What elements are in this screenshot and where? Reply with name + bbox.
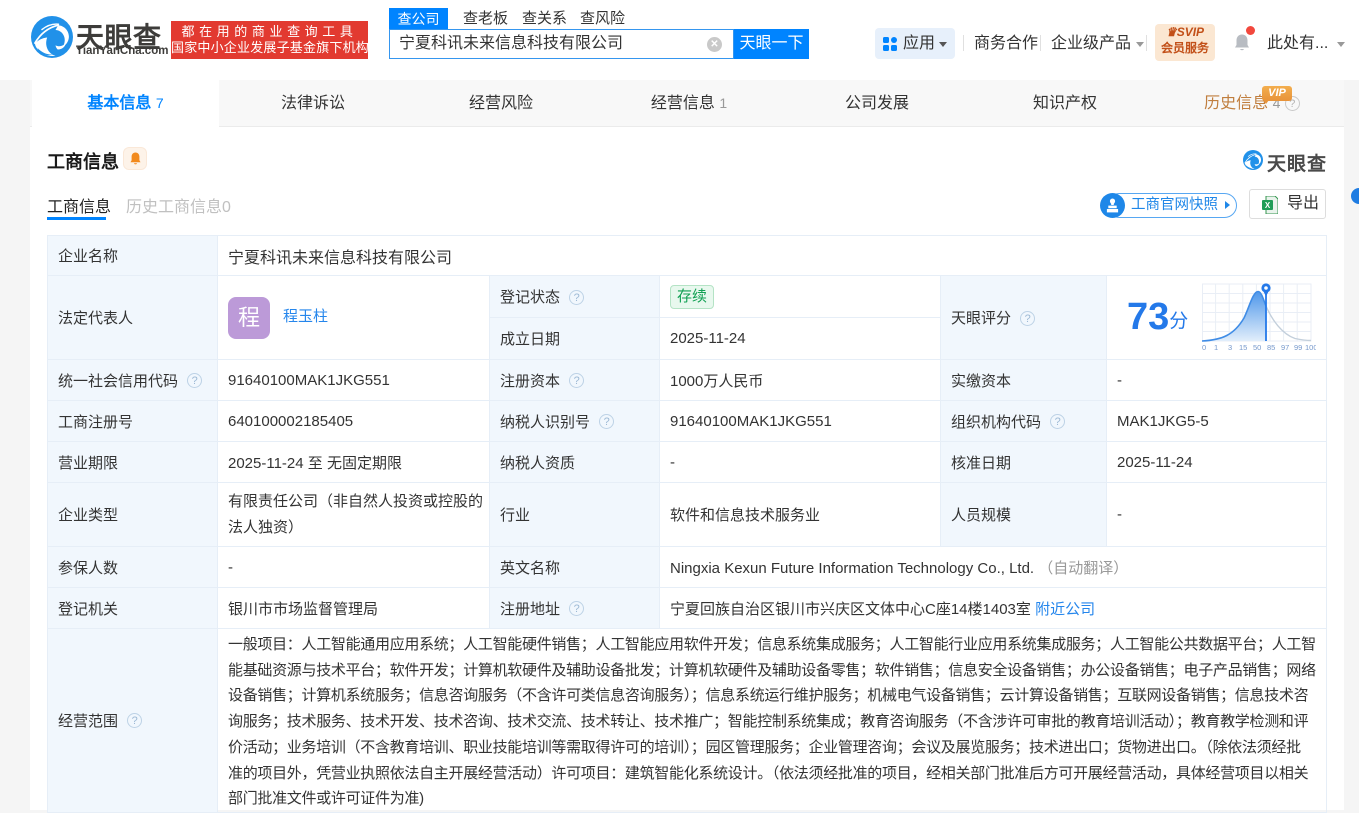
svg-text:50: 50 [1253,343,1261,352]
svg-text:3: 3 [1228,343,1232,352]
svg-text:0: 0 [1202,343,1206,352]
svg-text:1: 1 [1214,343,1218,352]
svg-text:X: X [1265,201,1271,210]
svg-text:99: 99 [1294,343,1302,352]
svg-text:100: 100 [1305,343,1316,352]
svg-text:85: 85 [1267,343,1275,352]
svg-text:15: 15 [1239,343,1247,352]
svg-text:97: 97 [1281,343,1289,352]
